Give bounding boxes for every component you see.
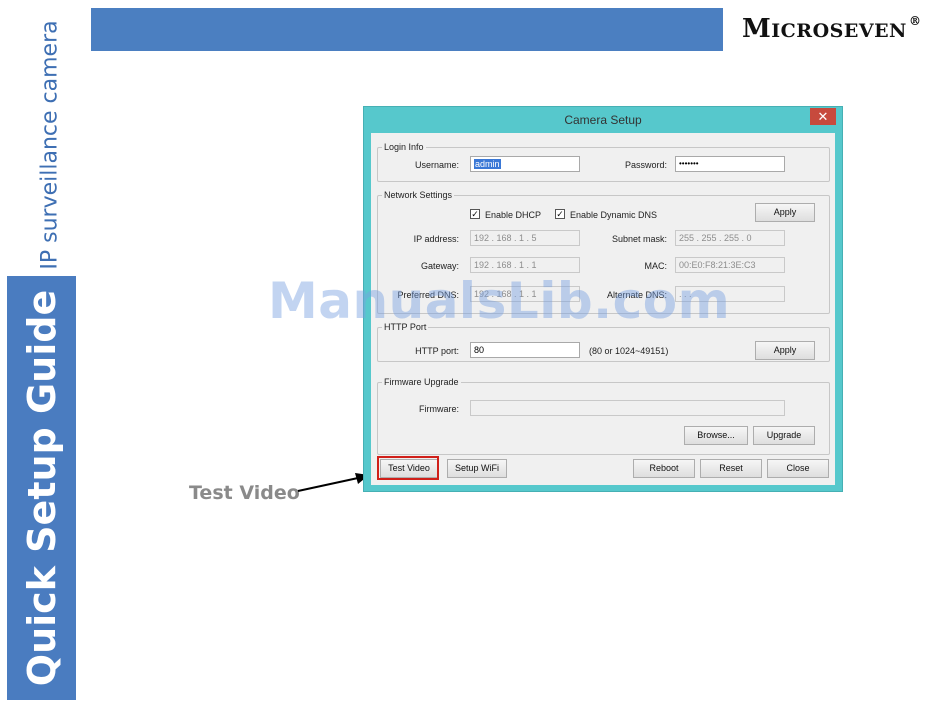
dialog-titlebar[interactable]: Camera Setup ✕ <box>364 107 842 133</box>
reset-button[interactable]: Reset <box>700 459 762 478</box>
http-port-label: HTTP port: <box>415 346 459 356</box>
ip-address-field[interactable]: 192 . 168 . 1 . 5 <box>470 230 580 246</box>
firmware-path-field[interactable] <box>470 400 785 416</box>
logo-rest: ICROSEVEN <box>771 20 907 42</box>
preferred-dns-field[interactable]: 192 . 168 . 1 . 1 <box>470 286 580 302</box>
enable-ddns-label: Enable Dynamic DNS <box>570 210 658 220</box>
gateway-field[interactable]: 192 . 168 . 1 . 1 <box>470 257 580 273</box>
password-field[interactable]: ••••••• <box>675 156 785 172</box>
username-value: admin <box>474 159 501 169</box>
callout-label: Test Video <box>189 482 300 504</box>
mac-field[interactable]: 00:E0:F8:21:3E:C3 <box>675 257 785 273</box>
dialog-title: Camera Setup <box>564 113 642 127</box>
test-video-highlight <box>377 456 439 480</box>
reboot-button[interactable]: Reboot <box>633 459 695 478</box>
dialog-client: Login Info Username: admin Password: •••… <box>371 133 835 485</box>
header-band <box>91 8 723 51</box>
http-port-legend: HTTP Port <box>384 322 427 332</box>
sidebar-subtitle-text: IP surveillance camera <box>37 20 63 270</box>
firmware-label: Firmware: <box>419 404 459 414</box>
sidebar-subtitle: IP surveillance camera <box>30 20 70 270</box>
firmware-upgrade-legend: Firmware Upgrade <box>384 377 459 387</box>
enable-dhcp-label: Enable DHCP <box>485 210 542 220</box>
gateway-label: Gateway: <box>420 261 459 271</box>
logo-registered: ® <box>908 14 922 28</box>
logo-initial: M <box>742 14 772 44</box>
preferred-dns-label: Preferred DNS: <box>397 290 459 300</box>
network-settings-legend: Network Settings <box>384 190 453 200</box>
login-info-legend: Login Info <box>384 142 424 152</box>
camera-setup-dialog: Camera Setup ✕ Login Info Username: admi… <box>364 107 842 491</box>
username-field[interactable]: admin <box>470 156 580 172</box>
subnet-mask-field[interactable]: 255 . 255 . 255 . 0 <box>675 230 785 246</box>
http-port-range-hint: (80 or 1024~49151) <box>589 346 669 356</box>
upgrade-button[interactable]: Upgrade <box>753 426 815 445</box>
http-apply-button[interactable]: Apply <box>755 341 815 360</box>
sidebar-guide-bar: Quick Setup Guide <box>7 276 76 700</box>
username-label: Username: <box>414 160 459 170</box>
enable-dhcp-checkbox[interactable]: ✓ <box>470 209 480 219</box>
mac-label: MAC: <box>644 261 668 271</box>
ip-address-label: IP address: <box>413 234 459 244</box>
alternate-dns-label: Alternate DNS: <box>606 290 667 300</box>
callout-arrow-icon <box>297 473 369 492</box>
browse-button[interactable]: Browse... <box>684 426 748 445</box>
close-icon[interactable]: ✕ <box>810 108 836 125</box>
guide-title: Quick Setup Guide <box>19 289 64 687</box>
http-port-field[interactable]: 80 <box>470 342 580 358</box>
close-button[interactable]: Close <box>767 459 829 478</box>
setup-wifi-button[interactable]: Setup WiFi <box>447 459 507 478</box>
microseven-logo: MICROSEVEN ® <box>742 14 921 44</box>
subnet-mask-label: Subnet mask: <box>611 234 667 244</box>
password-label: Password: <box>624 160 667 170</box>
enable-ddns-checkbox[interactable]: ✓ <box>555 209 565 219</box>
network-apply-button[interactable]: Apply <box>755 203 815 222</box>
alternate-dns-field[interactable]: . . . <box>675 286 785 302</box>
